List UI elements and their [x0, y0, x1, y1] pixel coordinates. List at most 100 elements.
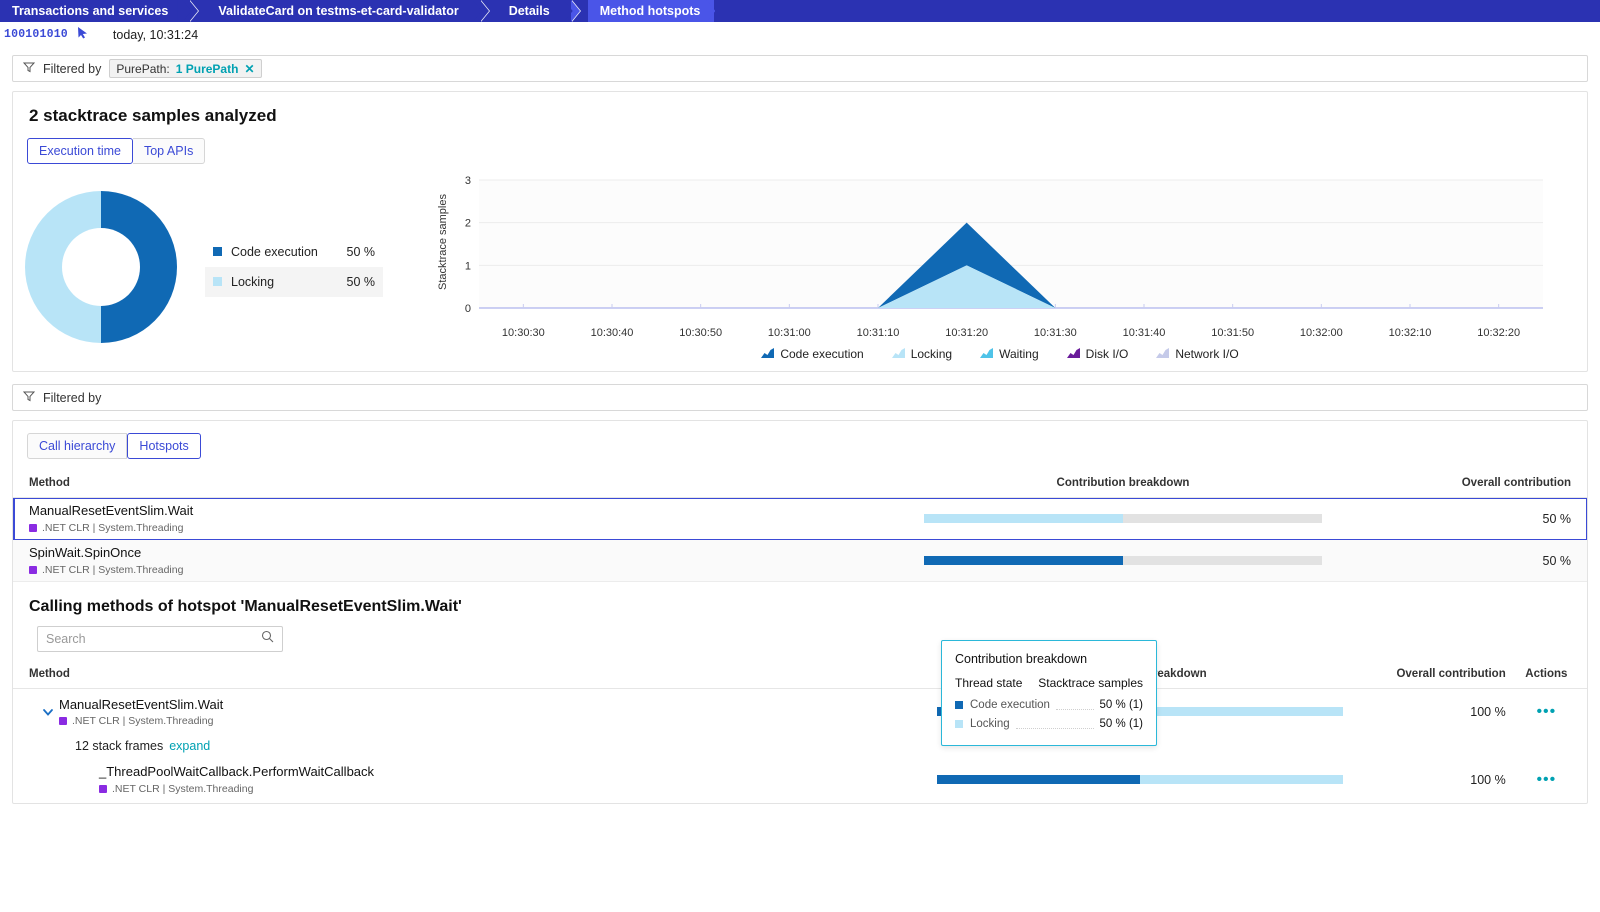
execution-tab-group: Execution time Top APIs	[27, 138, 206, 164]
search-icon[interactable]	[261, 630, 274, 648]
breadcrumb-item-details[interactable]: Details	[496, 0, 572, 22]
contribution-bar[interactable]	[924, 514, 1322, 523]
row-actions-menu-button[interactable]: •••	[1536, 703, 1556, 720]
chart-legend-label: Waiting	[999, 347, 1039, 361]
donut-legend-item-locking[interactable]: Locking 50 %	[205, 266, 383, 297]
bottom-filter-bar[interactable]: Filtered by	[12, 384, 1588, 411]
tooltip-row-label: Locking	[970, 717, 1010, 730]
calling-methods-table: Method Contribution breakdown Overall co…	[13, 662, 1587, 803]
donut-chart-section: Code execution 50 % Locking 50 %	[13, 172, 433, 361]
x-axis-tick-label: 10:32:10	[1388, 327, 1432, 339]
breadcrumb-separator-icon	[190, 0, 207, 22]
tab-hotspots[interactable]: Hotspots	[127, 433, 201, 459]
breadcrumb-item-validatecard[interactable]: ValidateCard on testms-et-card-validator	[206, 0, 481, 22]
cell-overall-contribution: 100 %	[1470, 772, 1506, 787]
calling-methods-search[interactable]	[37, 626, 283, 652]
x-axis-tick-label: 10:31:10	[856, 327, 900, 339]
tooltip-dot-leader	[1055, 700, 1094, 710]
method-name: ManualResetEventSlim.Wait	[29, 503, 194, 519]
top-filter-bar[interactable]: Filtered by PurePath: 1 PurePath ✕	[12, 55, 1588, 82]
chip-prefix: PurePath:	[116, 61, 170, 76]
expand-stack-frames-link[interactable]: expand	[169, 739, 210, 753]
area-chart-glyph-icon	[1066, 347, 1080, 361]
chart-legend-item-locking[interactable]: Locking	[891, 347, 953, 361]
breadcrumb-item-transactions[interactable]: Transactions and services	[0, 0, 191, 22]
breadcrumb: Transactions and services ValidateCard o…	[0, 0, 1600, 22]
chart-legend-item-waiting[interactable]: Waiting	[980, 347, 1039, 361]
bar-segment-locking	[1140, 775, 1344, 784]
breadcrumb-item-method-hotspots[interactable]: Method hotspots	[587, 0, 715, 22]
cell-contribution-breakdown	[927, 757, 1354, 803]
legend-label: Locking	[231, 274, 275, 289]
column-header-method: Method	[13, 471, 913, 498]
chip-remove-icon[interactable]: ✕	[244, 63, 254, 75]
x-axis-tick-label: 10:32:20	[1477, 327, 1521, 339]
tab-label: Top APIs	[143, 144, 194, 158]
tab-call-hierarchy[interactable]: Call hierarchy	[27, 433, 128, 459]
cell-contribution-breakdown	[913, 497, 1333, 540]
x-axis-tick-label: 10:31:50	[1211, 327, 1255, 339]
charts-row: Code execution 50 % Locking 50 % Stacktr…	[13, 164, 1587, 371]
table-row[interactable]: ManualResetEventSlim.Wait .NET CLR | Sys…	[13, 689, 1587, 735]
tooltip-swatch-icon	[955, 719, 963, 728]
filtered-by-label: Filtered by	[43, 61, 102, 76]
table-row[interactable]: _ThreadPoolWaitCallback.PerformWaitCallb…	[13, 757, 1587, 803]
timeseries-chart-section: Stacktrace samples 0 1 2 3 10:30:30 10:30:40…	[433, 172, 1587, 361]
column-header-overall-contribution: Overall contribution	[1353, 662, 1506, 689]
cursor-arrow-icon	[76, 26, 89, 44]
x-axis-tick-label: 10:31:00	[767, 327, 811, 339]
x-axis-tick-label: 10:30:30	[501, 327, 545, 339]
table-row[interactable]: ManualResetEventSlim.Wait .NET CLR | Sys…	[13, 497, 1587, 540]
chart-legend-item-network-i-o[interactable]: Network I/O	[1156, 347, 1239, 361]
chart-legend-item-disk-i-o[interactable]: Disk I/O	[1066, 347, 1128, 361]
tab-label: Hotspots	[139, 439, 189, 453]
breadcrumb-separator-icon	[480, 0, 497, 22]
table-header-row: Method Contribution breakdown Overall co…	[13, 662, 1587, 689]
filtered-by-label: Filtered by	[43, 390, 102, 405]
search-input[interactable]	[46, 632, 261, 646]
tooltip-swatch-icon	[955, 700, 963, 709]
contribution-bar[interactable]	[924, 556, 1322, 565]
technology-icon	[59, 716, 67, 725]
table-header-row: Method Contribution breakdown Overall co…	[13, 471, 1587, 498]
legend-swatch-icon	[213, 247, 222, 256]
stacktrace-samples-area-chart[interactable]: 0 1 2 3	[433, 172, 1553, 322]
x-axis-tick-label: 10:30:50	[679, 327, 723, 339]
method-technology: .NET CLR | System.Threading	[29, 522, 913, 534]
cell-overall-contribution: 100 %	[1470, 704, 1506, 719]
legend-value: 50 %	[346, 274, 376, 289]
samples-card-title: 2 stacktrace samples analyzed	[29, 106, 277, 125]
legend-label: Code execution	[231, 244, 318, 259]
method-name: SpinWait.SpinOnce	[29, 545, 142, 561]
tooltip-col-stacktrace-samples: Stacktrace samples	[1038, 676, 1143, 690]
tooltip-row-value: 50 % (1)	[1099, 717, 1143, 730]
table-row[interactable]: SpinWait.SpinOnce .NET CLR | System.Thre…	[13, 539, 1587, 582]
x-axis-tick-label: 10:30:40	[590, 327, 634, 339]
contribution-bar[interactable]	[937, 775, 1344, 784]
tab-label: Call hierarchy	[39, 439, 116, 453]
breadcrumb-label: Method hotspots	[599, 4, 701, 18]
execution-time-donut-chart	[25, 190, 177, 343]
tab-execution-time[interactable]: Execution time	[27, 138, 133, 164]
chevron-down-icon[interactable]	[37, 697, 59, 719]
chart-legend-label: Locking	[910, 347, 953, 361]
stacktrace-samples-card: 2 stacktrace samples analyzed Execution …	[12, 91, 1588, 372]
method-technology: .NET CLR | System.Threading	[29, 564, 913, 576]
chart-legend-item-code-execution[interactable]: Code execution	[761, 347, 864, 361]
purepath-filter-chip[interactable]: PurePath: 1 PurePath ✕	[109, 59, 262, 78]
technology-icon	[99, 784, 107, 793]
row-actions-menu-button[interactable]: •••	[1536, 771, 1556, 788]
legend-value: 50 %	[346, 244, 376, 259]
column-header-contribution-breakdown: Contribution breakdown	[913, 471, 1333, 498]
tooltip-col-thread-state: Thread state	[955, 676, 1023, 690]
chart-legend-label: Network I/O	[1175, 347, 1239, 361]
tooltip-row-locking: Locking 50 % (1)	[955, 714, 1143, 733]
donut-legend-item-code-execution[interactable]: Code execution 50 %	[205, 237, 383, 267]
chip-value: 1 PurePath	[175, 61, 239, 76]
bar-segment-code-execution	[937, 775, 1141, 784]
technology-icon	[29, 565, 37, 574]
cell-method: ManualResetEventSlim.Wait .NET CLR | Sys…	[13, 689, 927, 735]
tab-top-apis[interactable]: Top APIs	[132, 138, 206, 164]
breadcrumb-separator-icon	[571, 0, 588, 22]
breadcrumb-label: Details	[508, 4, 550, 18]
